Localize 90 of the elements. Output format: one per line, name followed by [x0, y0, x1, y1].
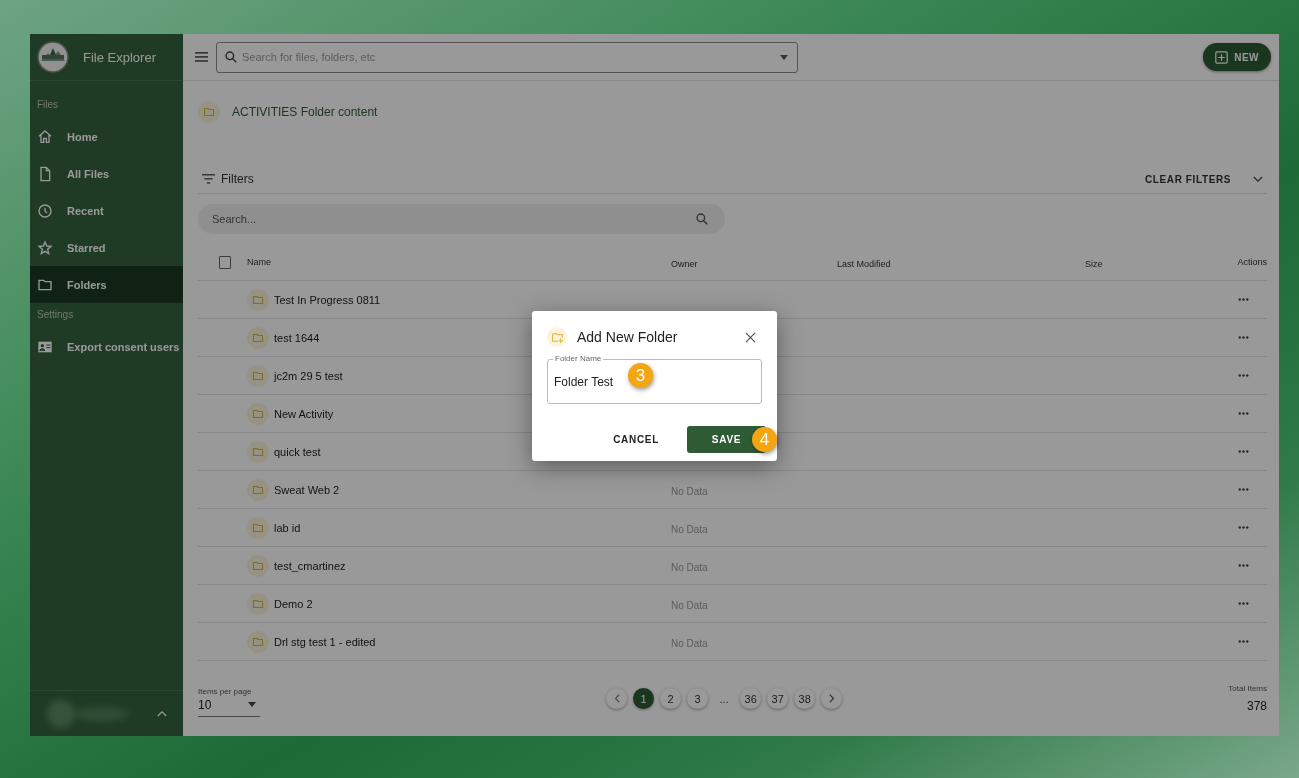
more-icon[interactable]: [1238, 640, 1249, 643]
folder-icon: [247, 516, 269, 539]
search-field[interactable]: Search...: [198, 204, 725, 234]
page-button[interactable]: 3: [687, 688, 709, 709]
folder-icon: [247, 440, 269, 463]
more-icon[interactable]: [1238, 298, 1249, 301]
cancel-button[interactable]: CANCEL: [607, 433, 665, 446]
dropdown-caret-icon: [780, 54, 788, 60]
more-icon[interactable]: [1238, 374, 1249, 377]
sidebar-item[interactable]: Folders: [30, 266, 183, 303]
folder-name[interactable]: New Activity: [274, 407, 334, 420]
owner-cell: No Data: [671, 485, 708, 497]
column-header: Actions: [1237, 257, 1267, 267]
sidebar-item[interactable]: Starred: [30, 229, 183, 266]
add-icon: [1215, 50, 1229, 64]
chevron-down-icon[interactable]: [1253, 175, 1263, 183]
owner-cell: No Data: [671, 561, 708, 573]
folder-icon: [247, 554, 269, 577]
clear-filters-button[interactable]: CLEAR FILTERS: [1139, 172, 1237, 186]
sidebar-item[interactable]: All Files: [30, 155, 183, 192]
more-icon[interactable]: [1238, 450, 1249, 453]
owner-cell: No Data: [671, 599, 708, 611]
file-icon: [37, 165, 53, 182]
page-button[interactable]: 36: [740, 688, 762, 709]
more-icon[interactable]: [1238, 336, 1249, 339]
sidebar-item[interactable]: Export consent users: [30, 328, 183, 365]
close-icon[interactable]: [745, 331, 756, 343]
star-icon: [37, 239, 53, 256]
page-title: ACTIVITIES Folder content: [232, 105, 378, 119]
sidebar-item[interactable]: Home: [30, 118, 183, 155]
chevron-left-icon: [613, 694, 620, 703]
more-icon[interactable]: [1238, 412, 1249, 415]
page-button[interactable]: 38: [794, 688, 816, 709]
chevron-right-icon: [828, 694, 835, 703]
menu-icon[interactable]: [195, 52, 208, 62]
folder-icon: [247, 402, 269, 425]
clock-icon: [37, 202, 53, 219]
more-icon[interactable]: [1238, 526, 1249, 529]
search-field[interactable]: Search for files, folders, etc: [216, 41, 798, 73]
total-items-label: Total Items: [1228, 684, 1267, 693]
folder-name[interactable]: Sweat Web 2: [274, 483, 340, 496]
dialog-title: Add New Folder: [577, 329, 678, 345]
step-badge: 3: [628, 363, 653, 388]
search-icon: [224, 49, 238, 64]
folder-icon: [247, 326, 269, 349]
dropdown-caret-icon: [248, 702, 256, 707]
folder-icon: [247, 478, 269, 501]
select-all-checkbox[interactable]: [219, 255, 231, 269]
page-button[interactable]: 2: [660, 688, 682, 709]
folder-icon: [247, 288, 269, 311]
new-folder-icon: [547, 327, 567, 347]
folder-icon: [198, 101, 220, 123]
sidebar-heading: Files: [36, 98, 60, 112]
folder-icon: [247, 364, 269, 387]
search-icon: [695, 212, 709, 226]
folder-icon: [247, 592, 269, 615]
step-badge: 4: [752, 427, 777, 452]
sidebar-heading: Settings: [36, 308, 75, 322]
page-button[interactable]: 1: [633, 688, 655, 709]
column-header: Name: [247, 257, 271, 267]
home-icon: [37, 128, 53, 145]
more-icon[interactable]: [1238, 602, 1249, 605]
app-title: File Explorer: [83, 49, 156, 65]
items-per-page-select[interactable]: 10: [198, 695, 260, 717]
logo-icon: [37, 41, 69, 73]
page-button[interactable]: 37: [767, 688, 789, 709]
owner-cell: No Data: [671, 523, 708, 535]
more-icon[interactable]: [1238, 488, 1249, 491]
owner-cell: No Data: [671, 637, 708, 649]
caret-up-icon[interactable]: [157, 710, 167, 717]
folder-name[interactable]: lab id: [274, 521, 301, 534]
filter-icon[interactable]: [202, 174, 215, 184]
new-button[interactable]: NEW: [1203, 43, 1271, 71]
more-icon[interactable]: [1238, 564, 1249, 567]
sidebar-item[interactable]: Recent: [30, 192, 183, 229]
total-items-count: 378: [1246, 699, 1267, 713]
column-header: Size: [1085, 259, 1103, 269]
folder-name[interactable]: quick test: [274, 445, 321, 458]
column-header: Owner: [671, 259, 698, 269]
folder-name[interactable]: Test In Progress 0811: [274, 293, 381, 306]
folder-name[interactable]: jc2m 29 5 test: [274, 369, 343, 382]
folder-name[interactable]: test_cmartinez: [274, 559, 346, 572]
page-ellipsis: ...: [718, 692, 730, 705]
column-header: Last Modified: [837, 259, 891, 269]
folder-icon: [247, 630, 269, 653]
folder-name[interactable]: test 1644: [274, 331, 320, 344]
items-per-page-label: Items per page: [198, 686, 253, 696]
folder-name[interactable]: Demo 2: [274, 597, 313, 610]
folder-name[interactable]: Drl stg test 1 - edited: [274, 635, 376, 648]
filters-label: Filters: [221, 172, 254, 186]
